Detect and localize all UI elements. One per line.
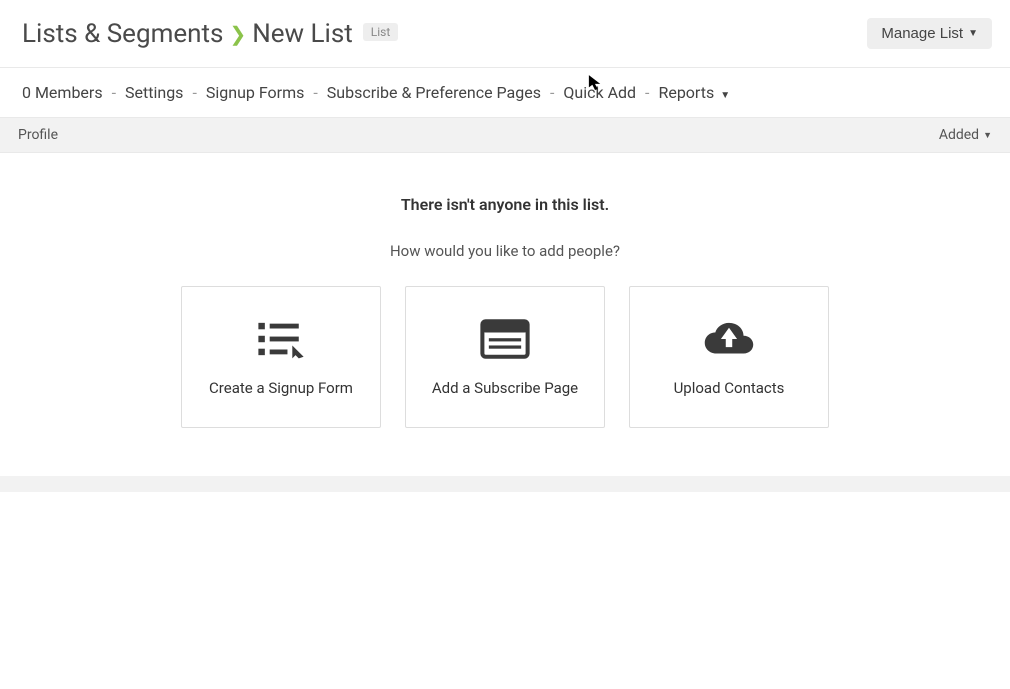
caret-down-icon: ▼ <box>983 130 992 141</box>
list-type-badge: List <box>363 23 399 41</box>
cloud-upload-icon <box>701 317 757 361</box>
tab-settings[interactable]: Settings <box>125 83 183 102</box>
tab-reports-label: Reports <box>658 83 714 102</box>
form-list-icon <box>253 317 309 361</box>
tab-quick-add[interactable]: Quick Add <box>563 83 636 102</box>
separator: - <box>112 83 116 102</box>
upload-contacts-card[interactable]: Upload Contacts <box>629 286 829 428</box>
tab-signup-forms[interactable]: Signup Forms <box>206 83 305 102</box>
caret-down-icon: ▼ <box>720 90 730 101</box>
breadcrumb-root[interactable]: Lists & Segments <box>22 19 223 49</box>
page-header: Lists & Segments ❯ New List List Manage … <box>0 0 1010 68</box>
manage-list-button[interactable]: Manage List ▼ <box>867 18 992 49</box>
caret-down-icon: ▼ <box>968 28 978 39</box>
separator: - <box>645 83 649 102</box>
card-label: Add a Subscribe Page <box>432 379 578 397</box>
tab-subscribe-pages[interactable]: Subscribe & Preference Pages <box>327 83 541 102</box>
column-profile[interactable]: Profile <box>18 127 58 143</box>
column-added[interactable]: Added ▼ <box>939 127 992 143</box>
tab-members[interactable]: 0 Members <box>22 83 103 102</box>
chevron-right-icon: ❯ <box>229 22 246 46</box>
tab-reports[interactable]: Reports ▼ <box>658 83 730 102</box>
separator: - <box>313 83 317 102</box>
sub-nav: 0 Members - Settings - Signup Forms - Su… <box>0 68 1010 117</box>
card-label: Create a Signup Form <box>209 379 353 397</box>
table-header: Profile Added ▼ <box>0 117 1010 153</box>
card-label: Upload Contacts <box>674 379 785 397</box>
add-subscribe-page-card[interactable]: Add a Subscribe Page <box>405 286 605 428</box>
manage-list-label: Manage List <box>881 25 963 42</box>
page-icon <box>477 317 533 361</box>
footer-strip <box>0 476 1010 492</box>
column-added-label: Added <box>939 127 979 143</box>
action-cards: Create a Signup Form Add a Subscribe Pag… <box>0 286 1010 428</box>
empty-subtitle: How would you like to add people? <box>0 242 1010 260</box>
empty-title: There isn't anyone in this list. <box>0 195 1010 214</box>
empty-state: There isn't anyone in this list. How wou… <box>0 153 1010 428</box>
breadcrumb-current: New List <box>252 19 353 49</box>
separator: - <box>550 83 554 102</box>
create-signup-form-card[interactable]: Create a Signup Form <box>181 286 381 428</box>
breadcrumb: Lists & Segments ❯ New List List <box>22 19 398 49</box>
separator: - <box>192 83 196 102</box>
